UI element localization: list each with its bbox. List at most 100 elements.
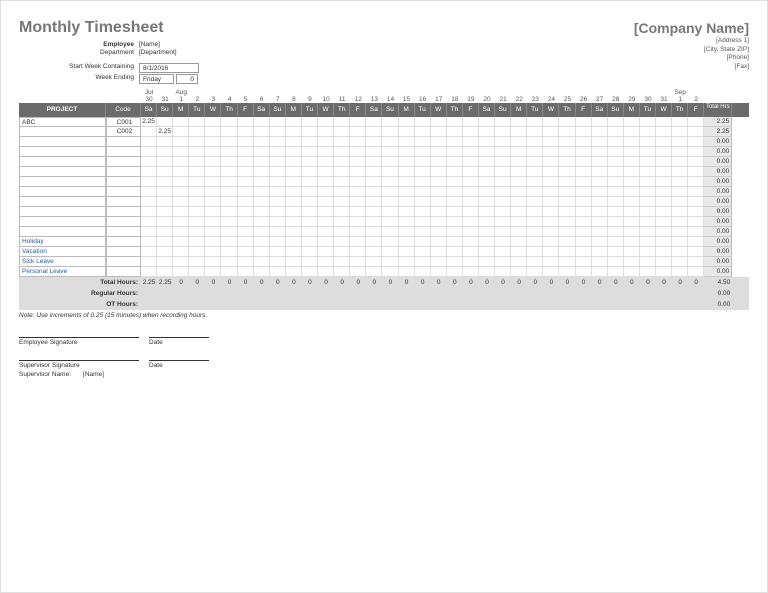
hour-cell[interactable] bbox=[173, 127, 189, 137]
hour-cell[interactable] bbox=[221, 217, 237, 227]
hour-cell[interactable] bbox=[189, 157, 205, 167]
hour-cell[interactable] bbox=[350, 157, 366, 167]
hour-cell[interactable] bbox=[479, 257, 495, 267]
code-cell[interactable] bbox=[106, 147, 141, 157]
hour-cell[interactable] bbox=[286, 267, 302, 277]
hour-cell[interactable] bbox=[205, 237, 221, 247]
hour-cell[interactable] bbox=[688, 237, 704, 247]
hour-cell[interactable] bbox=[350, 217, 366, 227]
hour-cell[interactable] bbox=[592, 207, 608, 217]
hour-cell[interactable] bbox=[350, 197, 366, 207]
hour-cell[interactable] bbox=[576, 117, 592, 127]
hour-cell[interactable] bbox=[270, 217, 286, 227]
hour-cell[interactable] bbox=[415, 157, 431, 167]
hour-cell[interactable] bbox=[286, 157, 302, 167]
hour-cell[interactable] bbox=[447, 247, 463, 257]
hour-cell[interactable] bbox=[254, 147, 270, 157]
hour-cell[interactable] bbox=[463, 187, 479, 197]
hour-cell[interactable] bbox=[382, 207, 398, 217]
hour-cell[interactable] bbox=[608, 267, 624, 277]
hour-cell[interactable] bbox=[382, 237, 398, 247]
hour-cell[interactable] bbox=[157, 217, 173, 227]
hour-cell[interactable] bbox=[302, 207, 318, 217]
hour-cell[interactable] bbox=[221, 117, 237, 127]
hour-cell[interactable] bbox=[157, 157, 173, 167]
hour-cell[interactable] bbox=[302, 267, 318, 277]
hour-cell[interactable] bbox=[270, 157, 286, 167]
hour-cell[interactable] bbox=[463, 257, 479, 267]
project-cell[interactable] bbox=[19, 187, 106, 197]
hour-cell[interactable] bbox=[350, 127, 366, 137]
hour-cell[interactable] bbox=[350, 147, 366, 157]
hour-cell[interactable] bbox=[463, 247, 479, 257]
hour-cell[interactable] bbox=[688, 147, 704, 157]
hour-cell[interactable] bbox=[447, 217, 463, 227]
hour-cell[interactable] bbox=[157, 197, 173, 207]
hour-cell[interactable] bbox=[141, 147, 157, 157]
hour-cell[interactable] bbox=[334, 167, 350, 177]
code-cell[interactable] bbox=[106, 157, 141, 167]
hour-cell[interactable] bbox=[173, 117, 189, 127]
project-cell[interactable] bbox=[19, 147, 106, 157]
hour-cell[interactable] bbox=[527, 187, 543, 197]
hour-cell[interactable] bbox=[399, 177, 415, 187]
hour-cell[interactable] bbox=[576, 247, 592, 257]
hour-cell[interactable] bbox=[495, 167, 511, 177]
hour-cell[interactable] bbox=[173, 187, 189, 197]
hour-cell[interactable] bbox=[189, 257, 205, 267]
hour-cell[interactable] bbox=[238, 117, 254, 127]
hour-cell[interactable] bbox=[608, 197, 624, 207]
hour-cell[interactable] bbox=[366, 247, 382, 257]
hour-cell[interactable] bbox=[592, 237, 608, 247]
hour-cell[interactable] bbox=[608, 157, 624, 167]
hour-cell[interactable] bbox=[431, 247, 447, 257]
hour-cell[interactable] bbox=[334, 117, 350, 127]
hour-cell[interactable] bbox=[511, 227, 527, 237]
hour-cell[interactable] bbox=[238, 137, 254, 147]
hour-cell[interactable] bbox=[608, 147, 624, 157]
hour-cell[interactable] bbox=[399, 227, 415, 237]
hour-cell[interactable] bbox=[254, 237, 270, 247]
hour-cell[interactable] bbox=[559, 167, 575, 177]
hour-cell[interactable] bbox=[592, 227, 608, 237]
hour-cell[interactable] bbox=[495, 127, 511, 137]
hour-cell[interactable] bbox=[624, 217, 640, 227]
hour-cell[interactable] bbox=[205, 207, 221, 217]
hour-cell[interactable] bbox=[157, 187, 173, 197]
hour-cell[interactable] bbox=[527, 147, 543, 157]
hour-cell[interactable] bbox=[157, 247, 173, 257]
hour-cell[interactable] bbox=[656, 227, 672, 237]
hour-cell[interactable] bbox=[286, 237, 302, 247]
hour-cell[interactable] bbox=[559, 157, 575, 167]
hour-cell[interactable] bbox=[399, 127, 415, 137]
hour-cell[interactable] bbox=[511, 177, 527, 187]
hour-cell[interactable] bbox=[302, 227, 318, 237]
hour-cell[interactable] bbox=[576, 197, 592, 207]
hour-cell[interactable] bbox=[559, 127, 575, 137]
hour-cell[interactable] bbox=[189, 167, 205, 177]
hour-cell[interactable] bbox=[318, 267, 334, 277]
hour-cell[interactable] bbox=[366, 237, 382, 247]
hour-cell[interactable] bbox=[318, 117, 334, 127]
hour-cell[interactable] bbox=[221, 237, 237, 247]
hour-cell[interactable] bbox=[399, 217, 415, 227]
hour-cell[interactable] bbox=[576, 217, 592, 227]
hour-cell[interactable] bbox=[527, 217, 543, 227]
hour-cell[interactable] bbox=[318, 137, 334, 147]
hour-cell[interactable] bbox=[399, 167, 415, 177]
hour-cell[interactable] bbox=[431, 237, 447, 247]
hour-cell[interactable] bbox=[672, 137, 688, 147]
hour-cell[interactable] bbox=[479, 117, 495, 127]
hour-cell[interactable] bbox=[382, 127, 398, 137]
hour-cell[interactable] bbox=[238, 237, 254, 247]
hour-cell[interactable] bbox=[415, 207, 431, 217]
hour-cell[interactable] bbox=[270, 177, 286, 187]
hour-cell[interactable] bbox=[238, 227, 254, 237]
hour-cell[interactable] bbox=[334, 177, 350, 187]
hour-cell[interactable] bbox=[672, 177, 688, 187]
hour-cell[interactable] bbox=[576, 167, 592, 177]
hour-cell[interactable] bbox=[350, 257, 366, 267]
hour-cell[interactable] bbox=[495, 217, 511, 227]
hour-cell[interactable] bbox=[157, 227, 173, 237]
hour-cell[interactable] bbox=[527, 207, 543, 217]
